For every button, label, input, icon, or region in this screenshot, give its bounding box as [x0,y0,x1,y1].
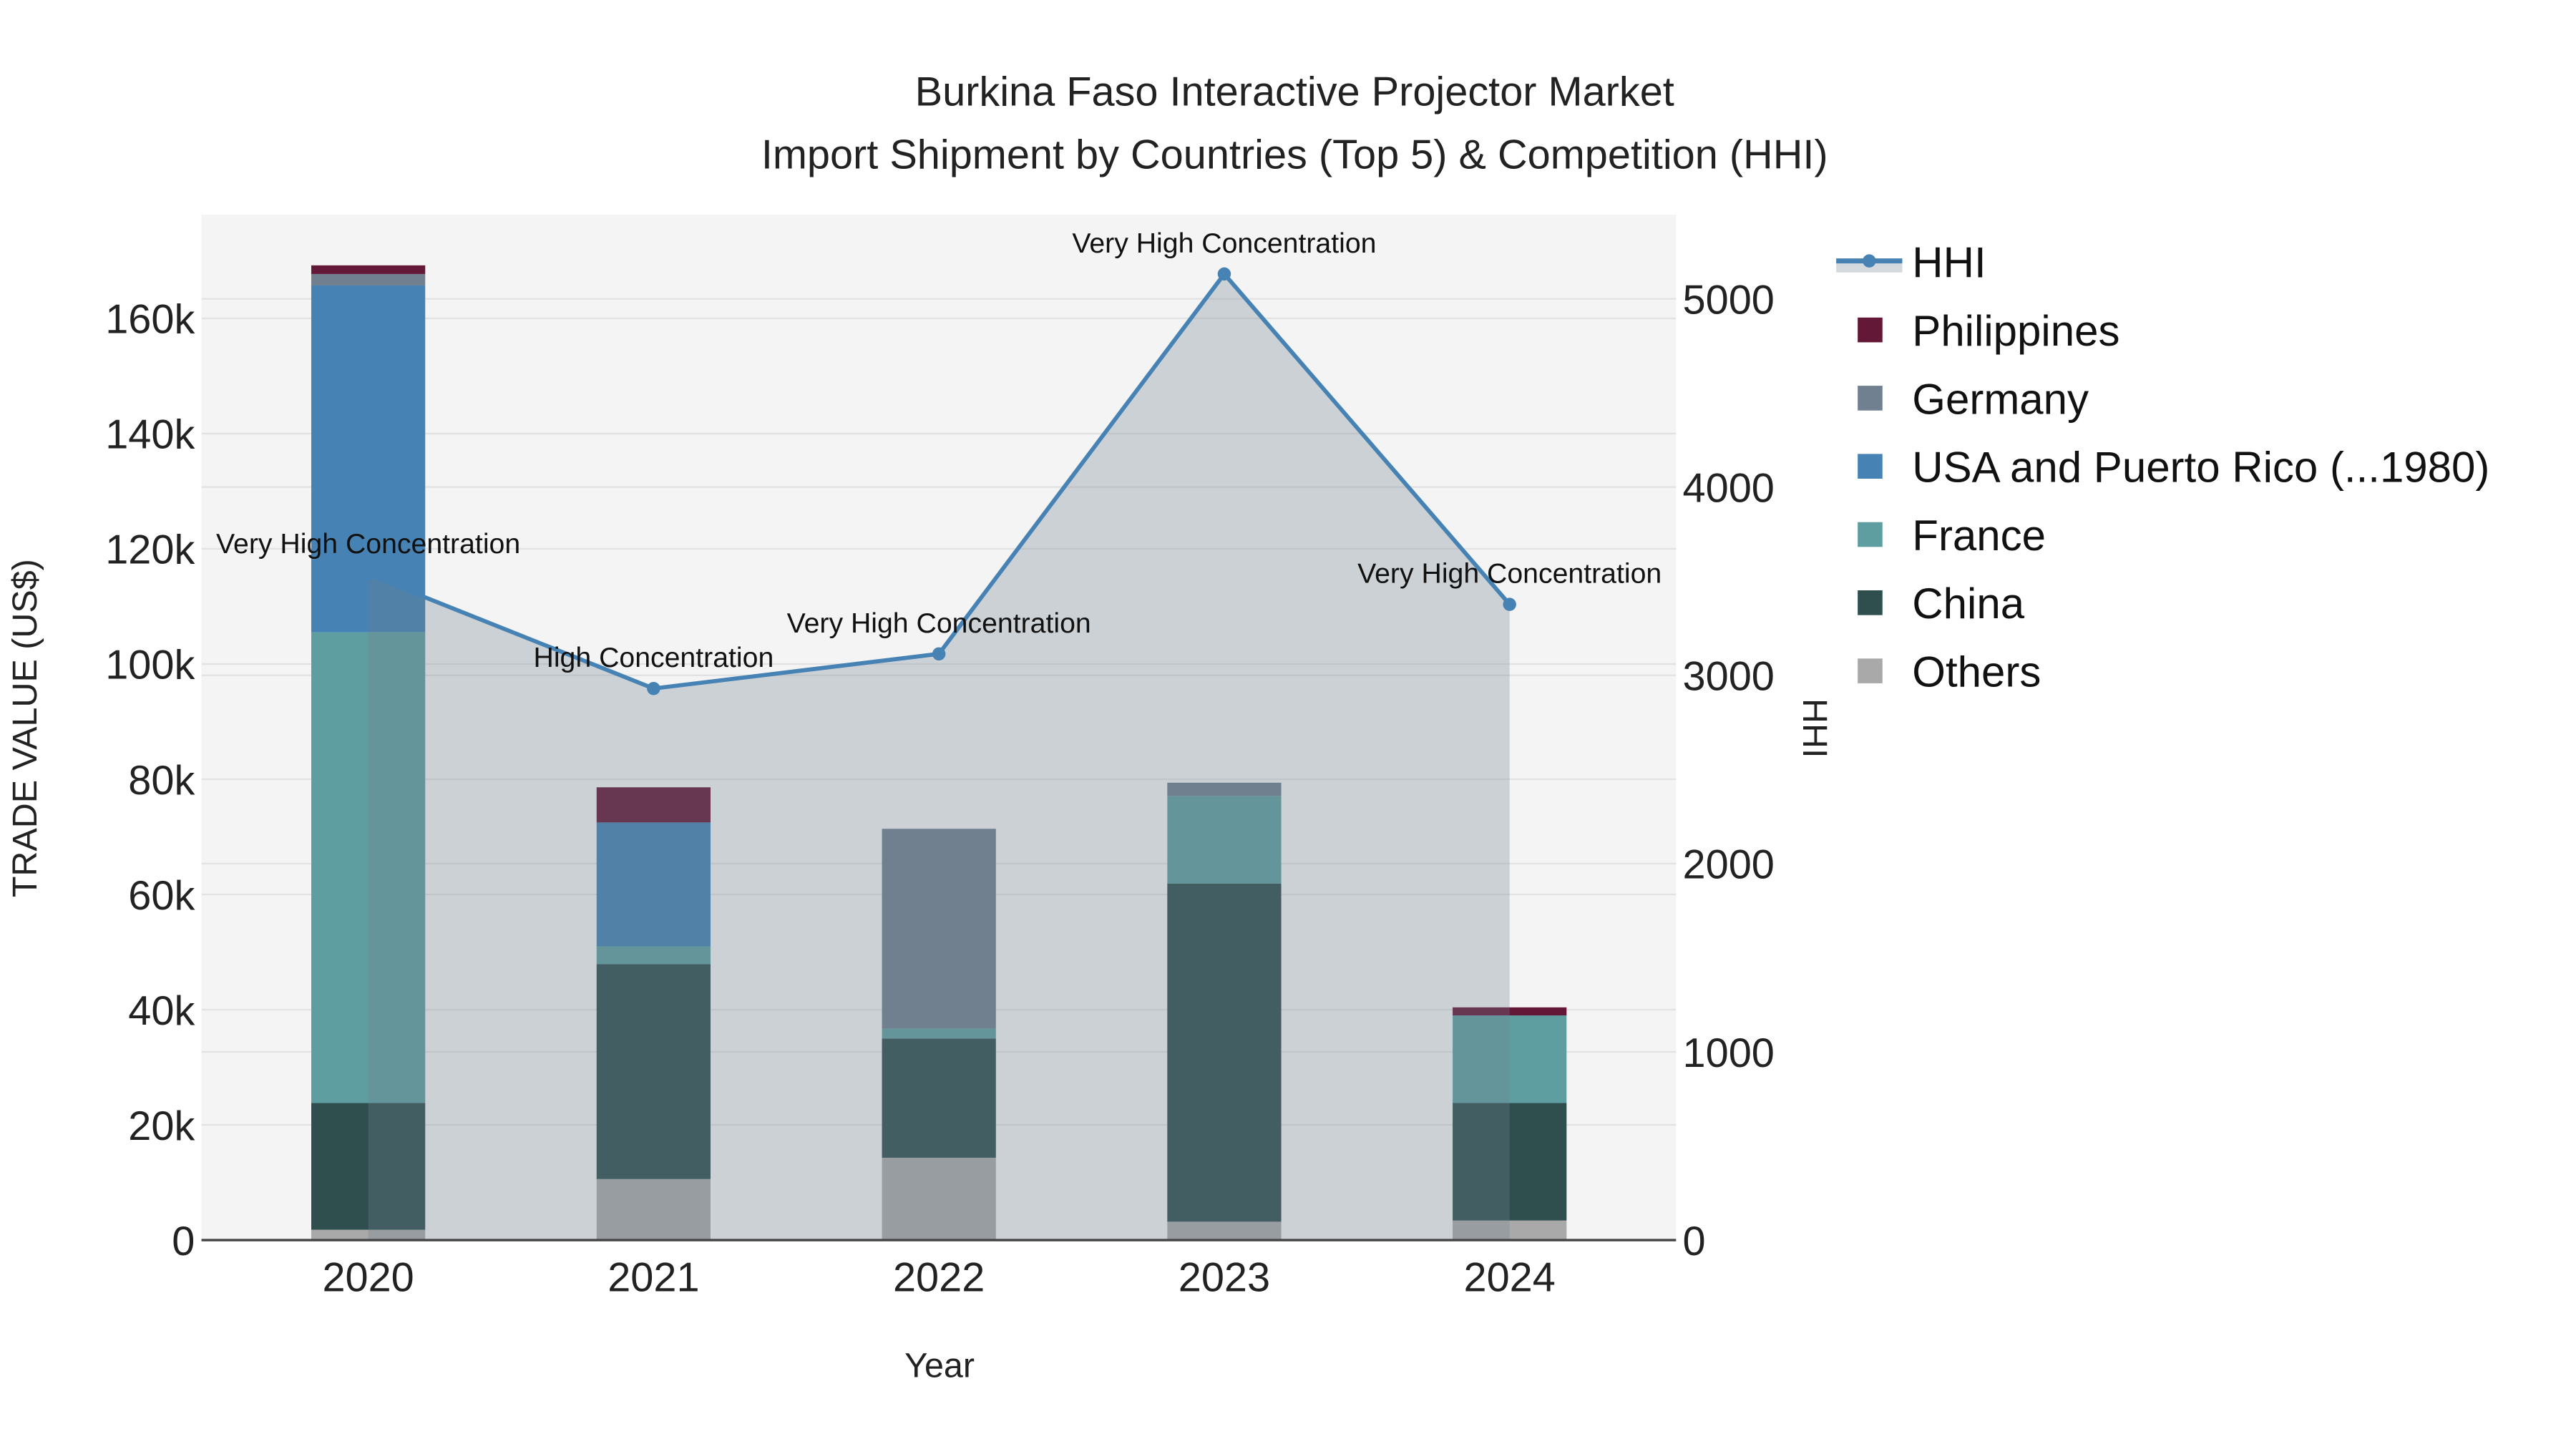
chart-subtitle: Import Shipment by Countries (Top 5) & C… [761,132,1828,177]
hhi-annotation: Very High Concentration [216,528,520,560]
y2-axis-label: HHI [1795,698,1834,758]
x-tick-label: 2024 [1464,1255,1556,1301]
hhi-annotation: Very High Concentration [787,608,1091,639]
legend-label: France [1912,512,2046,560]
y-tick-label: 0 [172,1219,195,1264]
legend-swatch [1858,454,1883,479]
y2-tick-label: 0 [1683,1219,1706,1264]
hhi-point [932,647,946,661]
legend-label: USA and Puerto Rico (...1980) [1912,444,2489,492]
bar-philippines-2020 [311,265,426,274]
chart-title: Burkina Faso Interactive Projector Marke… [915,69,1674,115]
y-tick-label: 100k [105,643,195,688]
legend-swatch [1858,590,1883,615]
legend-swatch [1858,386,1883,411]
legend-label: Philippines [1912,307,2119,355]
bar-germany-2020 [311,273,426,286]
legend-label: Germany [1912,375,2089,423]
legend-swatch [1858,317,1883,343]
hhi-annotation: Very High Concentration [1072,228,1376,259]
legend-label: China [1912,580,2024,628]
x-tick-label: 2021 [608,1255,699,1301]
y-tick-label: 140k [105,412,195,458]
hhi-point [1217,267,1231,281]
y-tick-label: 160k [105,297,195,343]
y-tick-label: 120k [105,527,195,573]
y2-tick-label: 3000 [1683,654,1775,700]
hhi-point [647,681,660,696]
x-tick-label: 2020 [322,1255,414,1301]
y-axis-label: TRADE VALUE (US$) [6,559,44,897]
y2-tick-label: 2000 [1683,842,1775,888]
legend-swatch [1858,522,1883,547]
legend-item-usa-and-puerto-rico-1980[interactable]: USA and Puerto Rico (...1980) [1858,444,2489,492]
x-axis-label: Year [904,1347,975,1385]
x-tick-label: 2022 [893,1255,985,1301]
legend-hhi-marker [1863,254,1876,268]
hhi-point [361,567,375,582]
x-tick-label: 2023 [1179,1255,1270,1301]
chart: Burkina Faso Interactive Projector Marke… [0,0,2576,1449]
hhi-point [1503,597,1516,611]
legend-label: Others [1912,648,2041,696]
legend-swatch [1858,658,1883,683]
hhi-annotation: Very High Concentration [1357,558,1662,590]
hhi-annotation: High Concentration [534,642,774,673]
legend-label: HHI [1912,239,1986,287]
y2-tick-label: 1000 [1683,1030,1775,1076]
y-tick-label: 40k [128,988,195,1034]
y2-tick-label: 4000 [1683,465,1775,511]
y2-tick-label: 5000 [1683,277,1775,323]
y-tick-label: 80k [128,758,195,804]
y-tick-label: 20k [128,1103,195,1149]
y-tick-label: 60k [128,873,195,919]
